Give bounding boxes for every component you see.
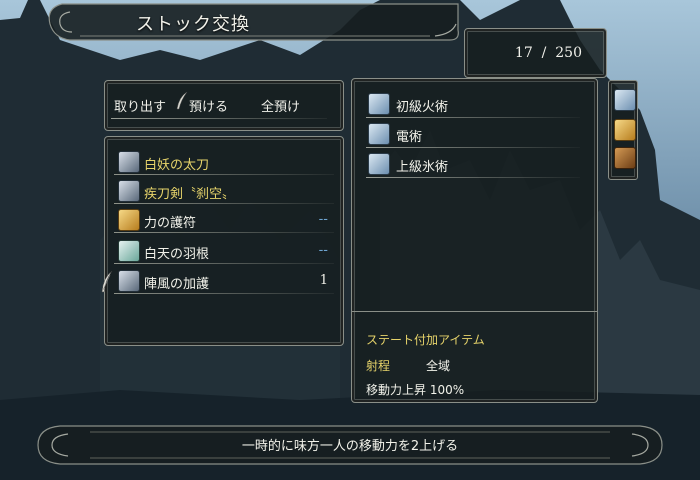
stock-counter-panel: 17 / 250 <box>464 28 607 78</box>
divider <box>111 118 327 119</box>
list-item[interactable]: 力の護符 -- <box>114 209 334 233</box>
sword-icon <box>118 151 140 173</box>
scroll-icon <box>118 270 140 292</box>
item-quantity: -- <box>318 243 328 258</box>
divider <box>366 147 580 148</box>
feather-cursor-icon <box>176 91 188 110</box>
category-tabs <box>608 80 638 180</box>
spell-name: 電術 <box>396 130 423 145</box>
bag-icon[interactable] <box>614 147 636 169</box>
list-item[interactable]: 白妖の太刀 <box>114 151 334 175</box>
divider <box>114 293 334 294</box>
sword-icon <box>118 180 140 202</box>
action-menu: 取り出す 預ける 全預け <box>104 80 344 131</box>
divider <box>114 174 334 175</box>
list-item[interactable]: 電術 <box>366 123 590 149</box>
divider <box>114 232 334 233</box>
item-name: 白天の羽根 <box>144 247 210 262</box>
feather-icon <box>118 240 140 262</box>
range-value: 全域 <box>426 359 451 373</box>
window-title: ストック交換 <box>136 14 250 35</box>
spell-scroll-icon <box>368 123 390 145</box>
item-quantity: -- <box>318 212 328 227</box>
range-label: 射程 <box>366 359 391 373</box>
divider <box>352 311 597 312</box>
stock-current: 17 <box>514 45 533 61</box>
effect-text: 移動力上昇 100% <box>366 383 465 397</box>
selection-cursor-icon <box>101 270 113 293</box>
item-category: ステート付加アイテム <box>366 333 485 347</box>
stock-max: 250 <box>555 45 582 61</box>
spell-list-panel: 初級火術 電術 上級氷術 ステート付加アイテム 射程 全域 移動力上昇 100% <box>351 78 598 403</box>
item-name: 白妖の太刀 <box>144 158 210 173</box>
amulet-icon <box>118 209 140 231</box>
gold-scroll-icon[interactable] <box>614 119 636 141</box>
spell-scroll-icon <box>368 93 390 115</box>
window-title-banner: ストック交換 <box>40 0 464 44</box>
list-item[interactable]: 白天の羽根 -- <box>114 240 334 264</box>
item-name: 疾刀剣〝刹空〟 <box>144 187 236 202</box>
item-name: 力の護符 <box>144 216 197 231</box>
spell-name: 上級氷術 <box>396 160 449 175</box>
item-quantity: 1 <box>319 273 328 288</box>
divider <box>366 177 580 178</box>
deposit-action[interactable]: 預ける <box>189 96 228 115</box>
description-bar: 一時的に味方一人の移動力を2上げる <box>30 420 670 470</box>
item-list: 白妖の太刀 疾刀剣〝刹空〟 力の護符 -- 白天の羽根 -- 陣風の加護 1 <box>104 136 344 346</box>
list-item[interactable]: 初級火術 <box>366 93 590 119</box>
divider <box>114 203 334 204</box>
list-item[interactable]: 疾刀剣〝刹空〟 <box>114 180 334 204</box>
spell-scroll-icon <box>368 153 390 175</box>
spell-scroll-icon[interactable] <box>614 89 636 111</box>
item-name: 陣風の加護 <box>144 277 210 292</box>
divider <box>366 117 580 118</box>
spell-name: 初級火術 <box>396 100 449 115</box>
take-out-action[interactable]: 取り出す <box>114 96 166 115</box>
stock-separator: / <box>541 45 547 61</box>
stock-counter: 17 / 250 <box>515 45 582 61</box>
item-description: 一時的に味方一人の移動力を2上げる <box>241 439 459 454</box>
deposit-all-action[interactable]: 全預け <box>261 96 300 115</box>
list-item[interactable]: 陣風の加護 1 <box>114 270 334 294</box>
list-item[interactable]: 上級氷術 <box>366 153 590 179</box>
divider <box>114 263 334 264</box>
